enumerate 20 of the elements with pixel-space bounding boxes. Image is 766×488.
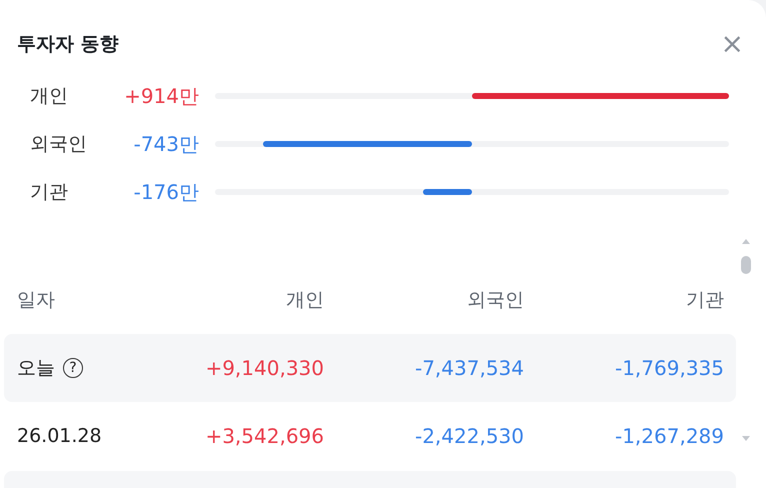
table-cell-text: +3,542,696 [204,424,324,448]
table-cell-text: -1,267,289 [614,424,724,448]
net-amount: -743만 [132,130,199,158]
table-cell-text: +9,140,330 [204,356,324,380]
table-cell-text: -1,769,335 [614,356,724,380]
help-icon[interactable]: ? [63,358,83,378]
date-cell: 26.01.28 [17,425,102,447]
column-header: 개인 [285,288,324,313]
net-amount: -176만 [132,178,199,206]
column-header: 기관 [685,288,724,313]
table-cell-text: -7,437,534 [414,356,524,380]
date-cell-text: 오늘 [17,356,55,381]
column-header: 일자 [16,288,56,313]
panel-title: 투자자 동향 [17,32,119,57]
table-cell-text: -2,422,530 [414,424,524,448]
column-header: 외국인 [466,288,524,313]
net-amount: +914만 [123,82,199,110]
investor-label: 개인 [30,84,69,109]
investor-label: 기관 [30,180,69,205]
investor-label: 외국인 [30,132,88,157]
